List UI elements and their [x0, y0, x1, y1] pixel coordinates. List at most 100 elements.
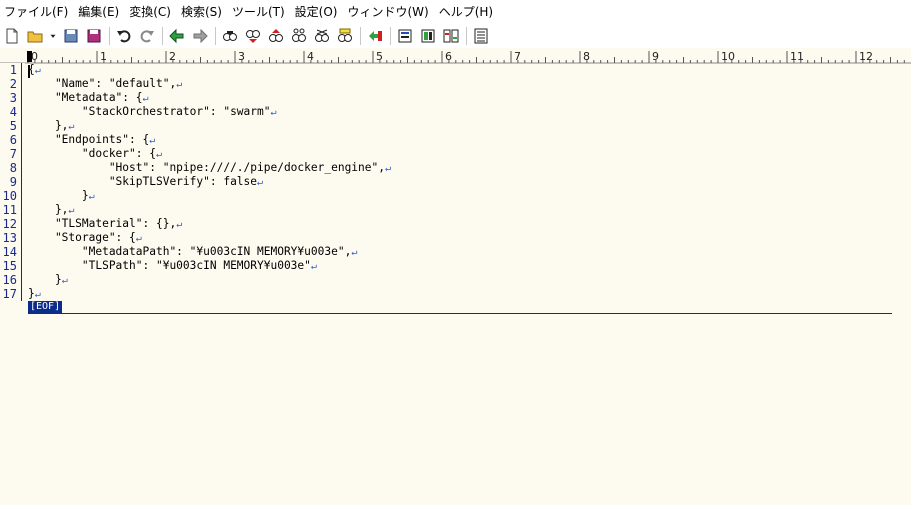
- code-line: "Name": "default",↵: [28, 77, 182, 91]
- code-line: }↵: [28, 273, 68, 287]
- code-text: "Host": "npipe:////./pipe/docker_engine"…: [28, 161, 385, 174]
- redo-icon[interactable]: [137, 26, 157, 46]
- save-icon[interactable]: [61, 26, 81, 46]
- newline-mark: ↵: [257, 177, 264, 188]
- code-text: "docker": {: [28, 147, 156, 160]
- ruler-label: 9: [652, 50, 659, 63]
- code-text: }: [28, 273, 62, 286]
- newline-mark: ↵: [176, 79, 183, 90]
- line-number: 14: [2, 245, 17, 259]
- line-number: 5: [9, 119, 17, 133]
- menu-item[interactable]: ヘルプ(H): [435, 0, 499, 24]
- newline-mark: ↵: [270, 107, 277, 118]
- search-next-icon[interactable]: [289, 26, 309, 46]
- code-line: "MetadataPath": "¥u003cIN MEMORY¥u003e",…: [28, 245, 357, 259]
- grep-icon[interactable]: [395, 26, 415, 46]
- menu-item[interactable]: 変換(C): [125, 0, 177, 24]
- new-file-icon[interactable]: [2, 26, 22, 46]
- menu-item[interactable]: 設定(O): [291, 0, 344, 24]
- line-number: 3: [9, 91, 17, 105]
- code-text: },: [28, 119, 69, 132]
- tag-jump-icon[interactable]: [365, 26, 385, 46]
- outline-icon[interactable]: [471, 26, 491, 46]
- line-number: 13: [2, 231, 17, 245]
- search-up-icon[interactable]: [266, 26, 286, 46]
- code-text: }: [28, 189, 89, 202]
- code-line: },↵: [28, 203, 75, 217]
- newline-mark: ↵: [176, 219, 183, 230]
- code-text: "TLSMaterial": {},: [28, 217, 177, 230]
- text-editor[interactable]: [EOF] {↵ "Name": "default",↵ "Metadata":…: [28, 63, 898, 505]
- search-down-icon[interactable]: [243, 26, 263, 46]
- toolbar-separator: [466, 27, 467, 45]
- code-text: "StackOrchestrator": "swarm": [28, 105, 271, 118]
- line-number: 17: [2, 287, 17, 301]
- text-cursor: [28, 65, 30, 78]
- newline-mark: ↵: [135, 233, 142, 244]
- code-text: "SkipTLSVerify": false: [28, 175, 258, 188]
- menu-item[interactable]: 検索(S): [177, 0, 228, 24]
- newline-mark: ↵: [61, 275, 68, 286]
- line-number: 8: [9, 161, 17, 175]
- code-line: }↵: [28, 189, 95, 203]
- back-icon[interactable]: [167, 26, 187, 46]
- dropdown-arrow-icon[interactable]: [48, 26, 58, 46]
- newline-mark: ↵: [34, 65, 41, 76]
- code-text: },: [28, 203, 69, 216]
- newline-mark: ↵: [351, 247, 358, 258]
- newline-mark: ↵: [310, 261, 317, 272]
- code-text: "Metadata": {: [28, 91, 143, 104]
- menu-bar: ファイル(F) 編集(E) 変換(C) 検索(S) ツール(T) 設定(O) ウィンドウ(W…: [0, 0, 911, 24]
- menu-item[interactable]: 編集(E): [74, 0, 125, 24]
- menu-item[interactable]: ファイル(F): [0, 0, 74, 24]
- forward-icon[interactable]: [190, 26, 210, 46]
- ruler: 0 1 2 3 4 5 6 7 8 9 10 11 12: [0, 49, 911, 64]
- grep-replace-icon[interactable]: [418, 26, 438, 46]
- code-line: "Storage": {↵: [28, 231, 142, 245]
- code-line: "Endpoints": {↵: [28, 133, 155, 147]
- newline-mark: ↵: [88, 191, 95, 202]
- newline-mark: ↵: [34, 289, 41, 300]
- ruler-label: 2: [169, 50, 176, 63]
- ruler-label: 5: [376, 50, 383, 63]
- open-file-icon[interactable]: [25, 26, 45, 46]
- line-number: 4: [9, 105, 17, 119]
- toolbar-separator: [109, 27, 110, 45]
- eof-underline: [28, 313, 892, 314]
- code-line: "Host": "npipe:////./pipe/docker_engine"…: [28, 161, 391, 175]
- code-line: "TLSPath": "¥u003cIN MEMORY¥u003e"↵: [28, 259, 317, 273]
- save-all-icon[interactable]: [84, 26, 104, 46]
- menu-item[interactable]: ツール(T): [228, 0, 291, 24]
- toolbar-separator: [390, 27, 391, 45]
- newline-mark: ↵: [155, 149, 163, 160]
- code-text: "Endpoints": {: [28, 133, 150, 146]
- toolbar-separator: [215, 27, 216, 45]
- newline-mark: ↵: [384, 163, 392, 174]
- ruler-label: 8: [583, 50, 590, 63]
- ruler-cursor-marker: [27, 51, 32, 62]
- gutter-divider: [21, 63, 22, 301]
- replace-icon[interactable]: [312, 26, 332, 46]
- ruler-label: 12: [859, 50, 873, 63]
- newline-mark: ↵: [142, 93, 149, 104]
- newline-mark: ↵: [149, 135, 156, 146]
- menu-item[interactable]: ウィンドウ(W): [343, 0, 434, 24]
- code-line: "docker": {↵: [28, 147, 162, 161]
- undo-icon[interactable]: [114, 26, 134, 46]
- search-icon[interactable]: [220, 26, 240, 46]
- ruler-label: 10: [721, 50, 735, 63]
- code-line: "Metadata": {↵: [28, 91, 149, 105]
- line-number: 9: [9, 175, 17, 189]
- line-number: 10: [2, 189, 17, 203]
- code-text: "TLSPath": "¥u003cIN MEMORY¥u003e": [28, 259, 311, 272]
- ruler-label: 11: [790, 50, 804, 63]
- ruler-label: 4: [307, 50, 314, 63]
- newline-mark: ↵: [68, 121, 75, 132]
- highlight-icon[interactable]: [335, 26, 355, 46]
- compare-icon[interactable]: [441, 26, 461, 46]
- ruler-label: 3: [238, 50, 245, 63]
- line-number: 6: [9, 133, 17, 147]
- line-number: 11: [2, 203, 17, 217]
- toolbar-separator: [162, 27, 163, 45]
- toolbar-separator: [360, 27, 361, 45]
